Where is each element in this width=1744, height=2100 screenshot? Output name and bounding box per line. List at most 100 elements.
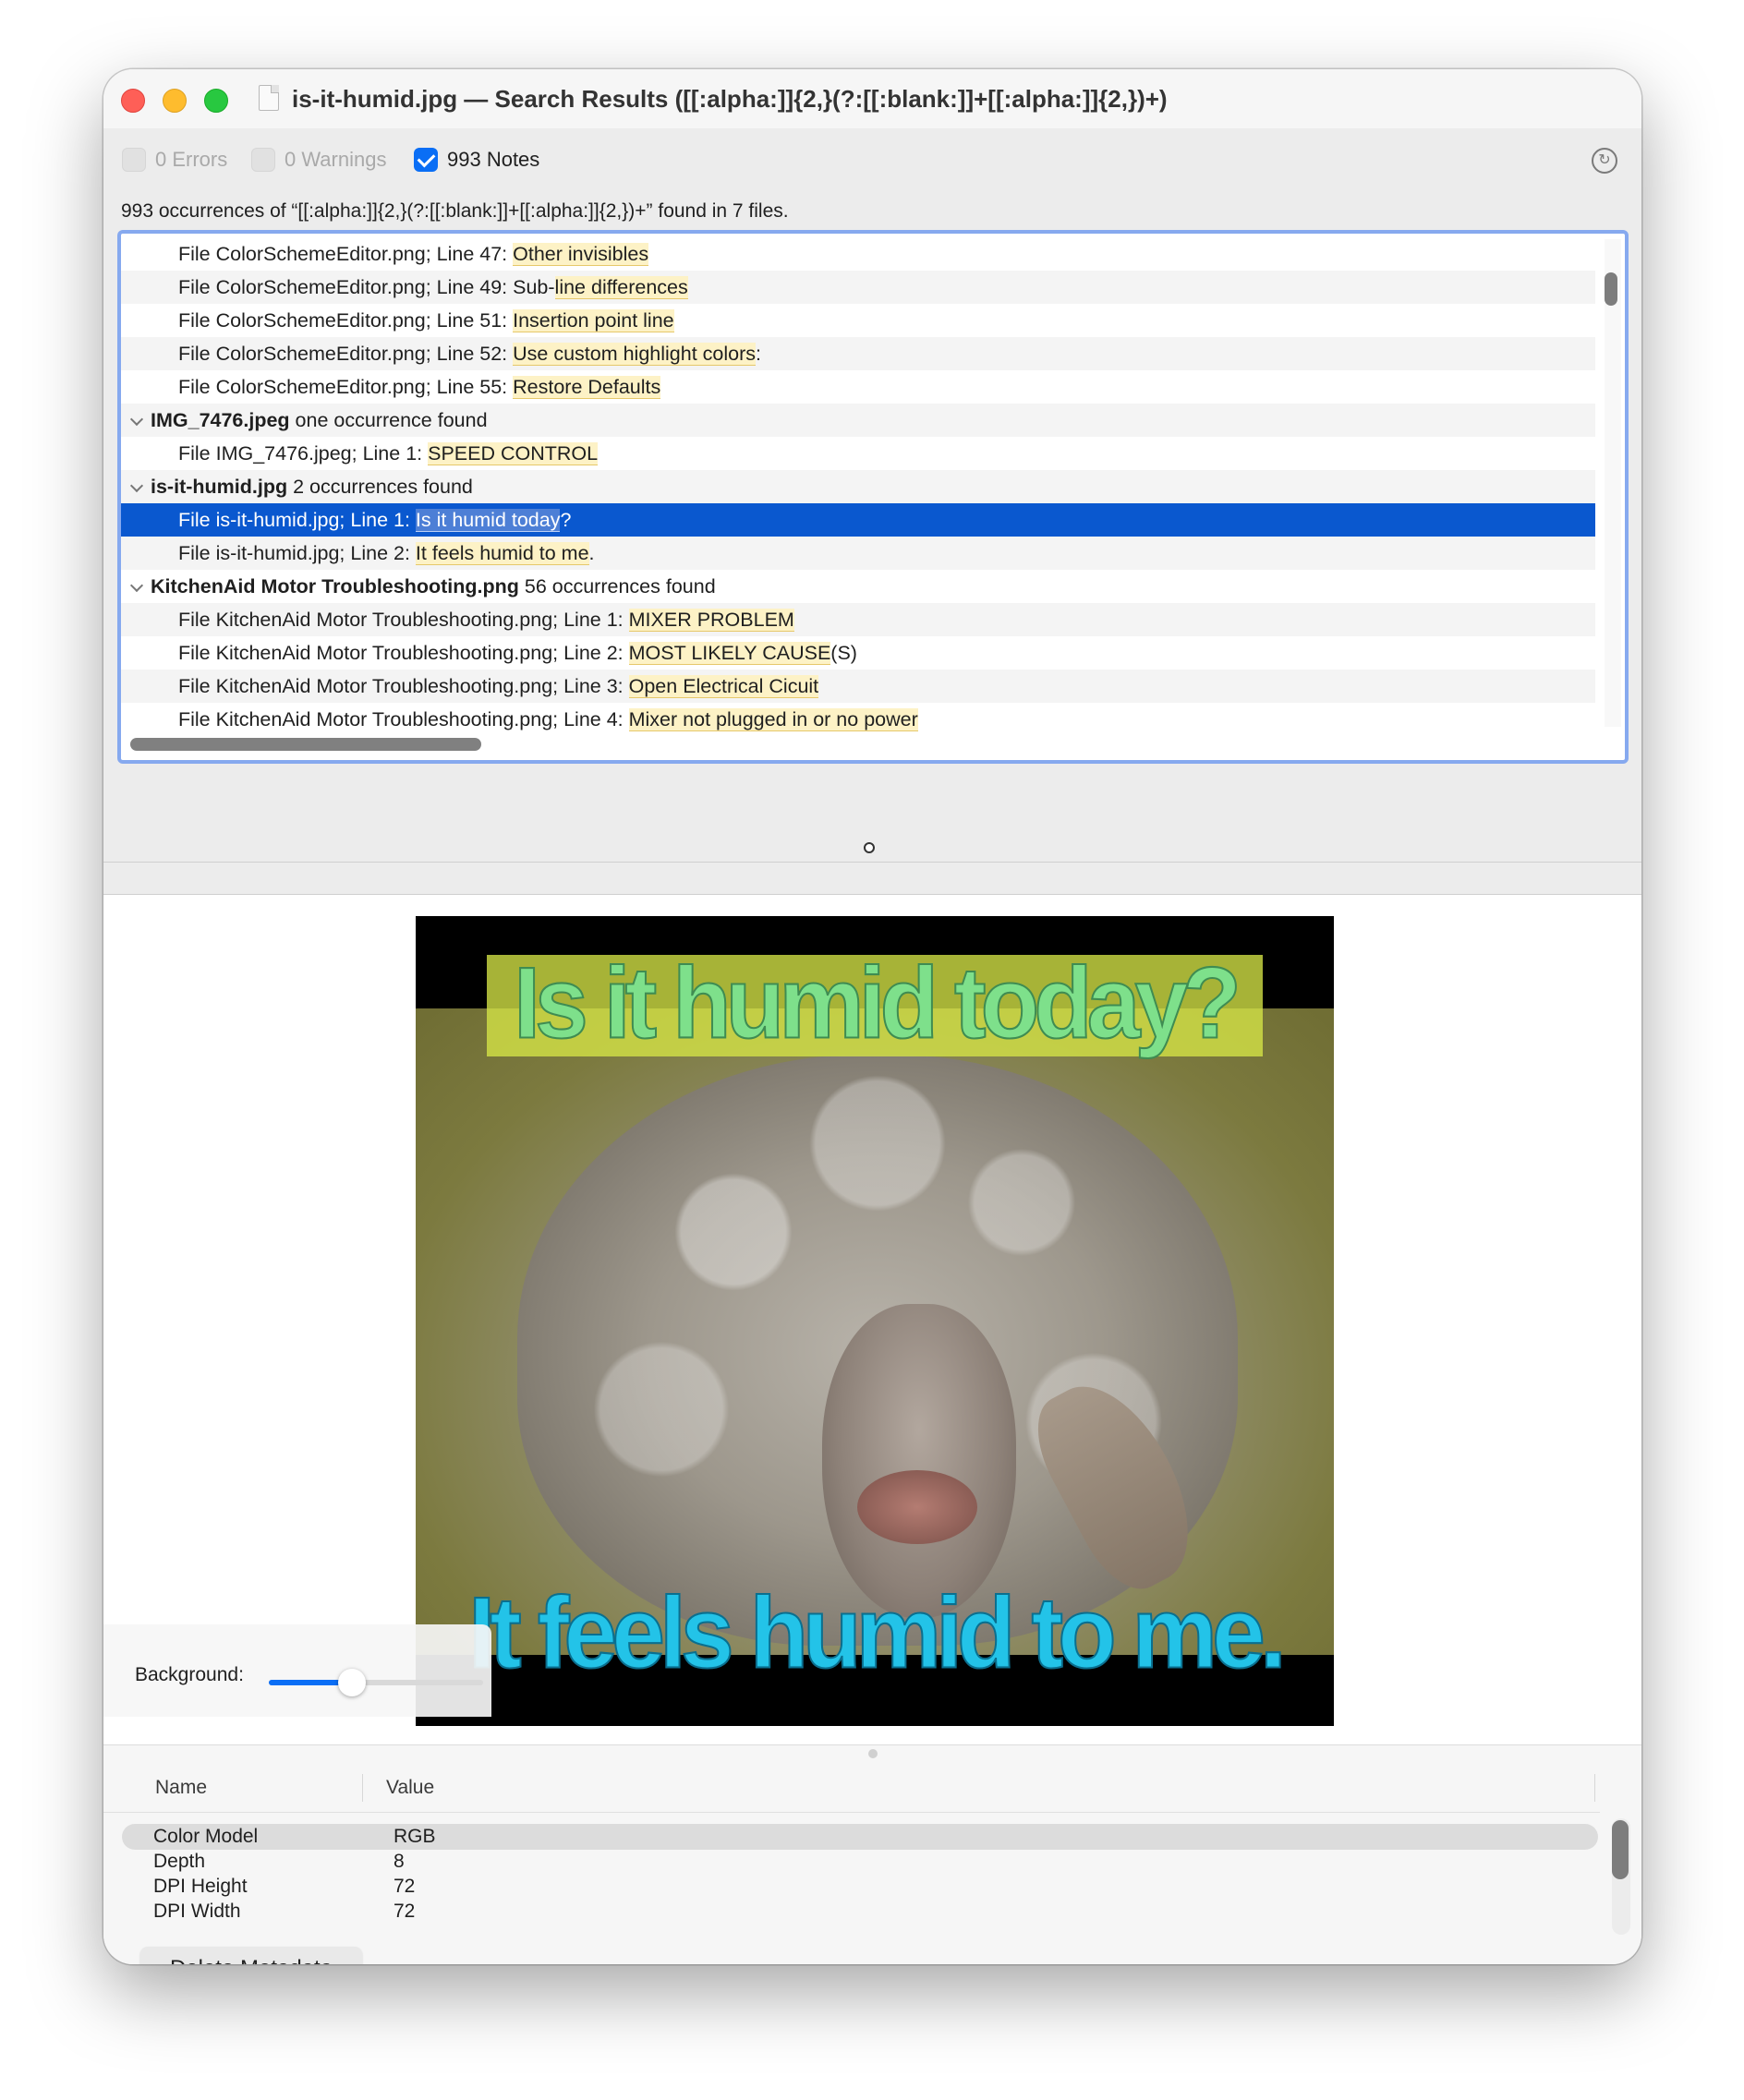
result-row[interactable]: File ColorSchemeEditor.png; Line 49: Sub… bbox=[121, 271, 1595, 304]
result-group-row[interactable]: is-it-humid.jpg 2 occurrences found bbox=[121, 470, 1595, 503]
results-vertical-scroll-track[interactable] bbox=[1605, 239, 1621, 727]
notes-checkbox[interactable] bbox=[414, 148, 438, 172]
result-text: File is-it-humid.jpg; Line 1: Is it humi… bbox=[178, 503, 571, 537]
metadata-row[interactable]: DPI Width 72 bbox=[122, 1899, 1598, 1925]
result-text: File ColorSchemeEditor.png; Line 55: Res… bbox=[178, 370, 661, 404]
result-match: It feels humid to me bbox=[415, 542, 589, 565]
result-text: File KitchenAid Motor Troubleshooting.pn… bbox=[178, 670, 819, 703]
result-location: File ColorSchemeEditor.png; Line 52: bbox=[178, 343, 514, 365]
result-row[interactable]: File is-it-humid.jpg; Line 2: It feels h… bbox=[121, 537, 1595, 570]
metadata-table-header: Name Value bbox=[103, 1763, 1600, 1813]
metadata-row[interactable]: Color Model RGB bbox=[122, 1824, 1598, 1850]
sheep-nose bbox=[857, 1470, 977, 1544]
result-group-row[interactable]: IMG_7476.jpeg one occurrence found bbox=[121, 404, 1595, 437]
result-suffix: : bbox=[756, 343, 762, 365]
meme-top-text: Is it humid today? bbox=[513, 947, 1242, 1061]
result-row[interactable]: File ColorSchemeEditor.png; Line 52: Use… bbox=[121, 337, 1595, 370]
results-horizontal-scrollbar[interactable] bbox=[130, 738, 481, 751]
chevron-down-icon[interactable] bbox=[129, 412, 144, 427]
refresh-icon[interactable]: ↻ bbox=[1592, 148, 1617, 174]
metadata-rows: Color Model RGB Depth 8 DPI Height 72 DPI Widt… bbox=[103, 1824, 1600, 1927]
search-summary: 993 occurrences of “[[:alpha:]]{2,}(?:[[… bbox=[121, 200, 789, 222]
result-location: File KitchenAid Motor Troubleshooting.pn… bbox=[178, 609, 629, 631]
pane-divider[interactable] bbox=[103, 862, 1641, 895]
result-text: File ColorSchemeEditor.png; Line 47: Oth… bbox=[178, 237, 649, 271]
result-row[interactable]: File ColorSchemeEditor.png; Line 47: Oth… bbox=[121, 237, 1595, 271]
errors-checkbox[interactable] bbox=[122, 148, 146, 172]
result-count: 2 occurrences found bbox=[287, 476, 473, 498]
metadata-row[interactable]: Depth 8 bbox=[122, 1849, 1598, 1875]
result-suffix: . bbox=[588, 542, 595, 564]
column-header-name[interactable]: Name bbox=[155, 1777, 207, 1799]
result-match: Is it humid today bbox=[415, 509, 561, 532]
column-header-value[interactable]: Value bbox=[386, 1777, 434, 1799]
zoom-window-button[interactable] bbox=[204, 89, 228, 113]
metadata-value: 72 bbox=[394, 1901, 416, 1922]
notes-label: 993 Notes bbox=[447, 148, 540, 171]
sheep-face bbox=[822, 1304, 1016, 1618]
errors-filter[interactable]: 0 Errors bbox=[122, 147, 227, 173]
result-row[interactable]: File ColorSchemeEditor.png; Line 55: Res… bbox=[121, 370, 1595, 404]
results-vertical-scrollbar[interactable] bbox=[1605, 272, 1617, 306]
metadata-pane: Name Value Color Model RGB Depth 8 DPI Heigh… bbox=[103, 1763, 1641, 1964]
result-match: Insertion point line bbox=[513, 309, 674, 332]
result-match: MIXER PROBLEM bbox=[628, 609, 794, 632]
result-row[interactable]: File KitchenAid Motor Troubleshooting.pn… bbox=[121, 603, 1595, 636]
minimize-window-button[interactable] bbox=[163, 89, 187, 113]
metadata-divider-handle[interactable] bbox=[868, 1749, 878, 1758]
metadata-divider[interactable] bbox=[103, 1744, 1641, 1763]
results-list[interactable]: File ColorSchemeEditor.png; Line 47: Oth… bbox=[117, 230, 1629, 764]
background-slider-knob[interactable] bbox=[338, 1669, 366, 1696]
result-location: File KitchenAid Motor Troubleshooting.pn… bbox=[178, 642, 629, 664]
result-match: Other invisibles bbox=[513, 243, 649, 266]
column-divider[interactable] bbox=[1594, 1774, 1595, 1802]
metadata-scrollbar[interactable] bbox=[1612, 1820, 1629, 1879]
column-divider[interactable] bbox=[362, 1774, 363, 1802]
result-location: File ColorSchemeEditor.png; Line 47: bbox=[178, 243, 514, 265]
result-group-row[interactable]: KitchenAid Motor Troubleshooting.png 56 … bbox=[121, 570, 1595, 603]
result-row[interactable]: File is-it-humid.jpg; Line 1: Is it humi… bbox=[121, 503, 1595, 537]
metadata-row[interactable]: DPI Height 72 bbox=[122, 1874, 1598, 1900]
result-text: File KitchenAid Motor Troubleshooting.pn… bbox=[178, 703, 918, 736]
close-window-button[interactable] bbox=[121, 89, 145, 113]
result-row[interactable]: File ColorSchemeEditor.png; Line 51: Ins… bbox=[121, 304, 1595, 337]
result-text: KitchenAid Motor Troubleshooting.png 56 … bbox=[151, 570, 716, 603]
result-file-name: IMG_7476.jpeg bbox=[151, 409, 290, 431]
result-location: File ColorSchemeEditor.png; Line 49: Sub… bbox=[178, 276, 555, 298]
split-view-handle[interactable] bbox=[864, 842, 875, 853]
chevron-down-icon[interactable] bbox=[129, 578, 144, 593]
document-icon[interactable] bbox=[259, 85, 279, 111]
metadata-name: DPI Height bbox=[153, 1876, 248, 1897]
metadata-name: Color Model bbox=[153, 1826, 259, 1847]
result-match: line differences bbox=[554, 276, 688, 299]
delete-metadata-button[interactable]: Delete Metadata bbox=[140, 1947, 362, 1964]
meme-bottom-text: It feels humid to me. bbox=[467, 1576, 1287, 1691]
result-suffix: (S) bbox=[830, 642, 857, 664]
warnings-label: 0 Warnings bbox=[285, 148, 387, 171]
result-row[interactable]: File KitchenAid Motor Troubleshooting.pn… bbox=[121, 670, 1595, 703]
notes-filter[interactable]: 993 Notes bbox=[414, 147, 539, 173]
warnings-filter[interactable]: 0 Warnings bbox=[251, 147, 386, 173]
result-suffix: ? bbox=[560, 509, 572, 531]
chevron-down-icon[interactable] bbox=[129, 478, 144, 493]
result-text: File ColorSchemeEditor.png; Line 51: Ins… bbox=[178, 304, 674, 337]
result-text: IMG_7476.jpeg one occurrence found bbox=[151, 404, 488, 437]
result-location: File ColorSchemeEditor.png; Line 55: bbox=[178, 376, 514, 398]
metadata-value: 8 bbox=[394, 1851, 405, 1872]
result-match: Mixer not plugged in or no power bbox=[628, 708, 918, 731]
metadata-name: DPI Width bbox=[153, 1901, 241, 1922]
result-location: File IMG_7476.jpeg; Line 1: bbox=[178, 442, 429, 465]
result-count: 56 occurrences found bbox=[518, 575, 716, 597]
warnings-checkbox[interactable] bbox=[251, 148, 275, 172]
result-row[interactable]: File IMG_7476.jpeg; Line 1: SPEED CONTRO… bbox=[121, 437, 1595, 470]
result-text: File KitchenAid Motor Troubleshooting.pn… bbox=[178, 603, 794, 636]
results-rows: File ColorSchemeEditor.png; Line 47: Oth… bbox=[121, 237, 1595, 736]
metadata-value: RGB bbox=[394, 1826, 436, 1847]
result-match: SPEED CONTROL bbox=[428, 442, 599, 465]
result-count: one occurrence found bbox=[289, 409, 488, 431]
result-row[interactable]: File KitchenAid Motor Troubleshooting.pn… bbox=[121, 703, 1595, 736]
result-file-name: is-it-humid.jpg bbox=[151, 476, 288, 498]
result-text: File KitchenAid Motor Troubleshooting.pn… bbox=[178, 636, 857, 670]
window-title: is-it-humid.jpg — Search Results ([[:alp… bbox=[292, 85, 1168, 113]
result-row[interactable]: File KitchenAid Motor Troubleshooting.pn… bbox=[121, 636, 1595, 670]
